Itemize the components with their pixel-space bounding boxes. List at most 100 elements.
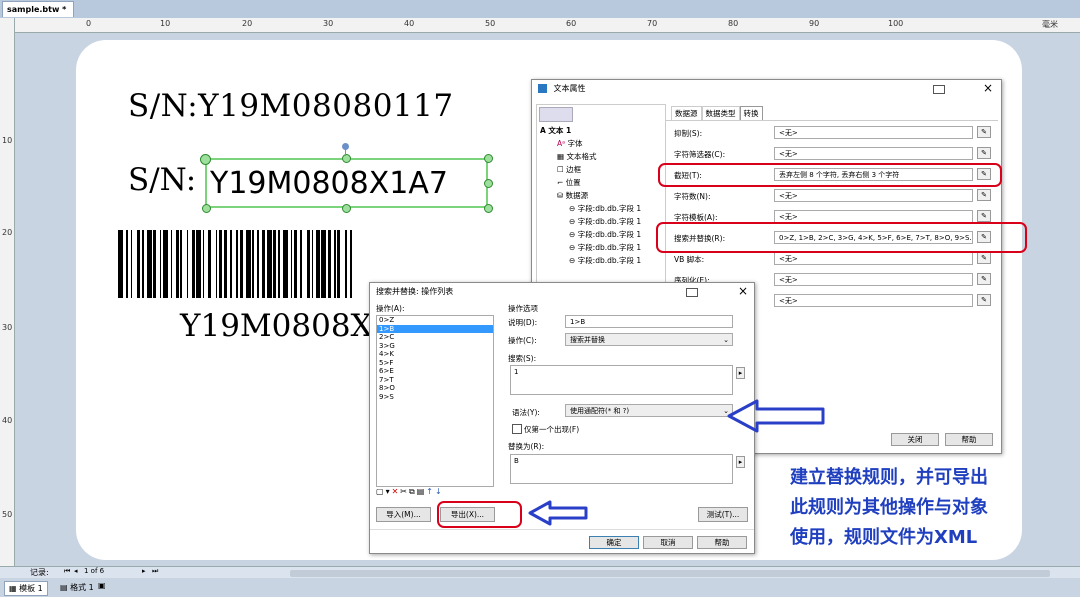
help-button[interactable]: 帮助	[945, 433, 993, 446]
edit-icon[interactable]: ✎	[977, 147, 991, 159]
ops-list[interactable]: 0>Z 1>B 2>C 3>G 4>K 5>F 6>E 7>T 8>O 9>S	[376, 315, 494, 487]
ruler-unit: 毫米	[1042, 20, 1058, 29]
close-button[interactable]: 关闭	[891, 433, 939, 446]
ok-button[interactable]: 确定	[589, 536, 639, 549]
close-icon[interactable]: ×	[983, 81, 993, 95]
resize-handle[interactable]	[202, 204, 211, 213]
tree-item-data-source[interactable]: ⛁ 数据源	[557, 190, 588, 201]
sn-prefix-text[interactable]: S/N:	[128, 162, 196, 198]
move-up-icon[interactable]: ↑	[426, 487, 435, 496]
resize-handle[interactable]	[484, 179, 493, 188]
tree-toolbar[interactable]	[539, 107, 573, 122]
edit-icon[interactable]: ✎	[977, 210, 991, 222]
horizontal-ruler: 0 10 20 30 40 50 60 70 80 90 100 毫米	[14, 18, 1080, 33]
barcode-bar	[252, 230, 254, 298]
insert-arrow-icon[interactable]: ▸	[736, 456, 745, 468]
list-item[interactable]: 2>C	[377, 333, 493, 342]
barcode-object[interactable]	[118, 230, 368, 298]
annotation-text: 建立替换规则，并可导出 此规则为其他操作与对象 使用，规则文件为XML	[790, 463, 988, 553]
edit-icon[interactable]: ✎	[977, 126, 991, 138]
resize-handle[interactable]	[484, 204, 493, 213]
ruler-label: 50	[485, 19, 496, 28]
tree-item-font[interactable]: Aᵃ 字体	[557, 138, 582, 149]
tab-format[interactable]: ▤ 格式 1	[56, 581, 98, 594]
tab-transform[interactable]: 转换	[739, 106, 763, 120]
list-item[interactable]: 3>G	[377, 342, 493, 351]
move-down-icon[interactable]: ↓	[435, 487, 444, 496]
vb-script-field[interactable]: <无>	[774, 252, 973, 265]
description-input[interactable]: 1>B	[565, 315, 733, 328]
close-icon[interactable]: ×	[738, 284, 748, 298]
resize-handle[interactable]	[200, 154, 211, 165]
tree-item-field[interactable]: ⊖ 字段:db.db.字段 1	[569, 229, 641, 240]
document-tab[interactable]: sample.btw * ×	[2, 1, 74, 30]
horizontal-scrollbar[interactable]	[290, 570, 1050, 577]
edit-icon[interactable]: ✎	[977, 294, 991, 306]
test-button[interactable]: 测试(T)...	[698, 507, 748, 522]
tab-data-source[interactable]: 数据源	[671, 106, 702, 120]
prev-record-icon[interactable]: ◂	[74, 567, 78, 575]
resize-handle[interactable]	[342, 204, 351, 213]
add-icon[interactable]: ▢	[376, 487, 386, 496]
serialize-field[interactable]: <无>	[774, 273, 973, 286]
list-item[interactable]: 0>Z	[377, 316, 493, 325]
selection-frame[interactable]: Y19M0808X1A7	[205, 158, 488, 208]
tree-item-field[interactable]: ⊖ 字段:db.db.字段 1	[569, 216, 641, 227]
delete-icon[interactable]: ✕	[392, 487, 401, 496]
list-item[interactable]: 9>S	[377, 393, 493, 402]
tree-item-field[interactable]: ⊖ 字段:db.db.字段 1	[569, 203, 641, 214]
tree-item-field[interactable]: ⊖ 字段:db.db.字段 1	[569, 255, 641, 266]
sn-text-object-2[interactable]: Y19M0808X1A7	[210, 166, 448, 201]
ruler-label: 60	[566, 19, 577, 28]
first-record-icon[interactable]: ⏮	[64, 567, 70, 576]
edit-icon[interactable]: ✎	[977, 273, 991, 285]
barcode-bar	[311, 230, 314, 298]
insert-arrow-icon[interactable]: ▸	[736, 367, 745, 379]
tree-item-text-format[interactable]: ▦ 文本格式	[557, 151, 596, 162]
rotate-handle[interactable]	[342, 143, 349, 150]
tree-item-field[interactable]: ⊖ 字段:db.db.字段 1	[569, 242, 641, 253]
cut-icon[interactable]: ✂	[400, 487, 409, 496]
list-item[interactable]: 7>T	[377, 376, 493, 385]
tree-item-position[interactable]: ⌐ 位置	[557, 177, 581, 188]
list-item[interactable]: 8>O	[377, 384, 493, 393]
help-button[interactable]: 帮助	[697, 536, 747, 549]
last-record-icon[interactable]: ⏭	[152, 567, 158, 576]
tree-root[interactable]: A 文本 1	[540, 125, 571, 136]
list-item[interactable]: 4>K	[377, 350, 493, 359]
tab-data-type[interactable]: 数据类型	[701, 106, 740, 120]
document-tab-strip	[0, 0, 1080, 19]
add-tab-icon[interactable]: ▣	[98, 581, 106, 590]
barcode-bar	[306, 230, 310, 298]
resize-handle[interactable]	[342, 154, 351, 163]
next-record-icon[interactable]: ▸	[142, 567, 146, 575]
barcode-bar	[218, 230, 222, 298]
suppress-field[interactable]: <无>	[774, 126, 973, 139]
cancel-button[interactable]: 取消	[643, 536, 693, 549]
list-item[interactable]: 6>E	[377, 367, 493, 376]
search-input[interactable]: 1	[510, 365, 733, 395]
sn-text-object-1[interactable]: S/N:Y19M08080117	[128, 88, 454, 124]
paste-icon[interactable]: ▤	[417, 487, 427, 496]
extra-field[interactable]: <无>	[774, 294, 973, 307]
char-count-field[interactable]: <无>	[774, 189, 973, 202]
import-button[interactable]: 导入(M)...	[376, 507, 431, 522]
first-only-label: 仅第一个出现(F)	[524, 425, 580, 434]
tab-template[interactable]: ▦ 模板 1	[4, 581, 48, 596]
syntax-select[interactable]: 使用通配符(* 和 ?) ⌄	[565, 404, 733, 417]
resize-handle[interactable]	[484, 154, 493, 163]
copy-icon[interactable]: ⧉	[409, 487, 417, 496]
list-item[interactable]: 5>F	[377, 359, 493, 368]
barcode-bar	[273, 230, 277, 298]
operation-select[interactable]: 搜索并替换 ⌄	[565, 333, 733, 346]
first-only-checkbox[interactable]	[512, 424, 522, 434]
edit-icon[interactable]: ✎	[977, 189, 991, 201]
format-icon: ▤	[60, 583, 71, 592]
edit-icon[interactable]: ✎	[977, 252, 991, 264]
search-label: 搜索(S):	[508, 354, 537, 363]
tree-item-border[interactable]: ☐ 边框	[557, 164, 581, 175]
replace-input[interactable]: B	[510, 454, 733, 484]
char-filter-field[interactable]: <无>	[774, 147, 973, 160]
list-item-selected[interactable]: 1>B	[377, 324, 493, 333]
barcode-bar	[257, 230, 259, 298]
